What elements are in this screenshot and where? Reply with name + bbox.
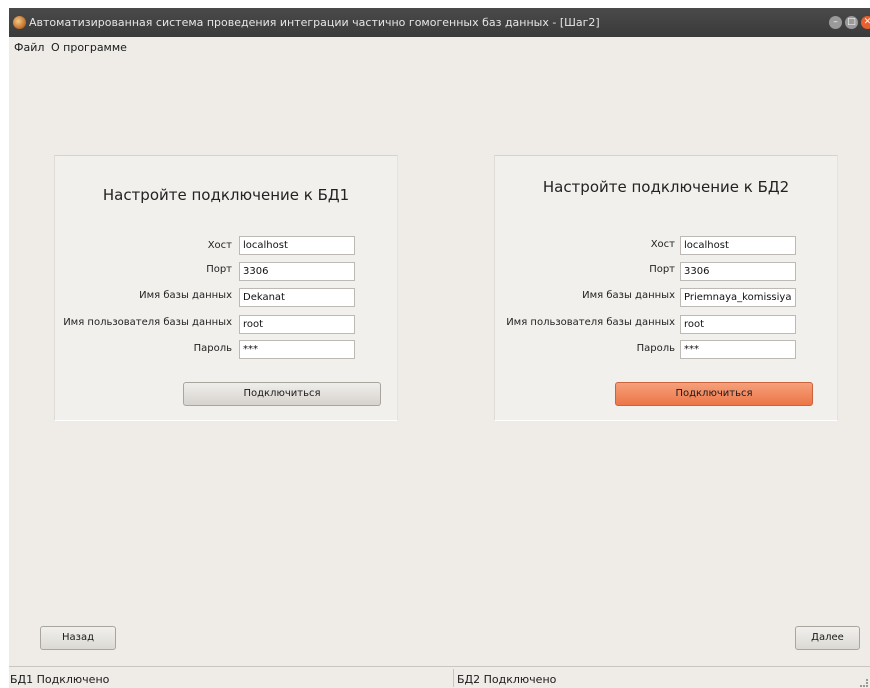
db2-connection-panel: Настройте подключение к БД2 Хост Порт Им…: [494, 155, 838, 421]
db1-port-input[interactable]: [239, 262, 355, 281]
db1-connection-panel: Настройте подключение к БД1 Хост Порт Им…: [54, 155, 398, 421]
resize-grip-icon[interactable]: [860, 679, 868, 687]
main-window: Автоматизированная система проведения ин…: [9, 8, 870, 688]
app-logo-icon: [13, 16, 26, 29]
db1-connect-button[interactable]: Подключиться: [183, 382, 381, 406]
db2-user-input[interactable]: [680, 315, 796, 334]
db1-password-input[interactable]: [239, 340, 355, 359]
db2-host-label: Хост: [650, 239, 675, 250]
title-bar[interactable]: Автоматизированная система проведения ин…: [9, 8, 870, 37]
db2-status-text: БД2 Подключено: [457, 673, 557, 686]
menu-bar: Файл О программе: [9, 37, 870, 57]
next-button[interactable]: Далее: [795, 626, 860, 650]
menu-about[interactable]: О программе: [51, 41, 127, 54]
db1-host-label: Хост: [207, 240, 232, 251]
status-bar: БД1 Подключено БД2 Подключено: [9, 666, 870, 688]
db1-user-input[interactable]: [239, 315, 355, 334]
status-separator: [453, 669, 454, 687]
back-button[interactable]: Назад: [40, 626, 116, 650]
db1-status-text: БД1 Подключено: [10, 673, 110, 686]
db2-user-label: Имя пользователя базы данных: [506, 317, 675, 328]
db1-password-label: Пароль: [193, 343, 232, 354]
db2-host-input[interactable]: [680, 236, 796, 255]
db2-port-label: Порт: [649, 264, 675, 275]
db2-dbname-input[interactable]: [680, 288, 796, 307]
maximize-icon[interactable]: □: [845, 16, 858, 29]
menu-file[interactable]: Файл: [14, 41, 44, 54]
db1-host-input[interactable]: [239, 236, 355, 255]
minimize-icon[interactable]: –: [829, 16, 842, 29]
db1-port-label: Порт: [206, 264, 232, 275]
db2-connect-button[interactable]: Подключиться: [615, 382, 813, 406]
db2-password-input[interactable]: [680, 340, 796, 359]
db2-panel-title: Настройте подключение к БД2: [542, 178, 790, 196]
db1-user-label: Имя пользователя базы данных: [63, 317, 232, 328]
db2-password-label: Пароль: [636, 343, 675, 354]
close-icon[interactable]: ✕: [861, 16, 870, 29]
db1-dbname-label: Имя базы данных: [139, 290, 232, 301]
db2-dbname-label: Имя базы данных: [582, 290, 675, 301]
db1-dbname-input[interactable]: [239, 288, 355, 307]
db2-port-input[interactable]: [680, 262, 796, 281]
db1-panel-title: Настройте подключение к БД1: [102, 186, 350, 204]
window-title: Автоматизированная система проведения ин…: [29, 16, 600, 29]
